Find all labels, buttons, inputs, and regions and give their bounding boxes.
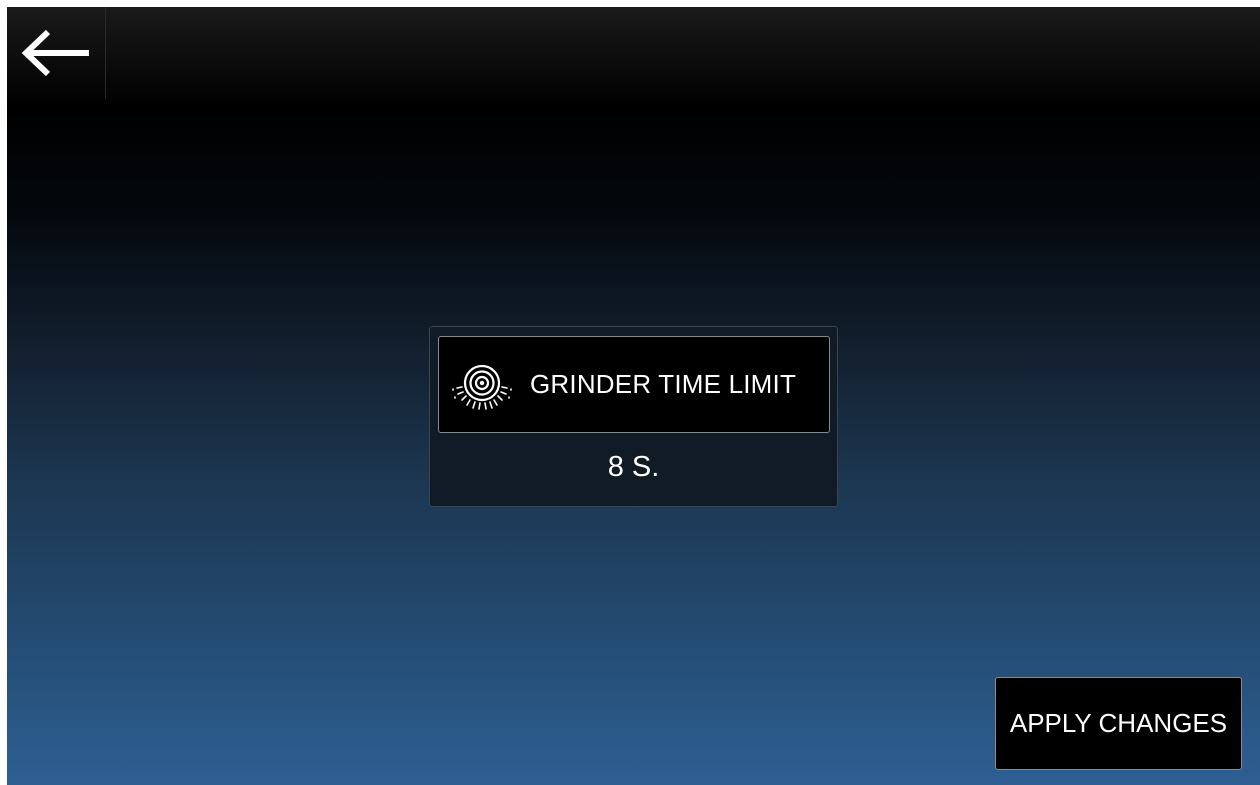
grinder-time-limit-button[interactable]: GRINDER TIME LIMIT bbox=[438, 336, 830, 433]
screen: GRINDER TIME LIMIT 8 S. APPLY CHANGES bbox=[7, 7, 1260, 785]
setting-value: 8 S. bbox=[607, 451, 660, 483]
arrow-left-icon bbox=[21, 29, 89, 77]
back-button[interactable] bbox=[7, 7, 106, 99]
top-bar bbox=[7, 7, 1260, 99]
grinder-icon bbox=[452, 364, 512, 410]
setting-panel: GRINDER TIME LIMIT 8 S. bbox=[429, 326, 838, 507]
apply-changes-button[interactable]: APPLY CHANGES bbox=[995, 677, 1242, 770]
setting-label: GRINDER TIME LIMIT bbox=[530, 369, 797, 399]
